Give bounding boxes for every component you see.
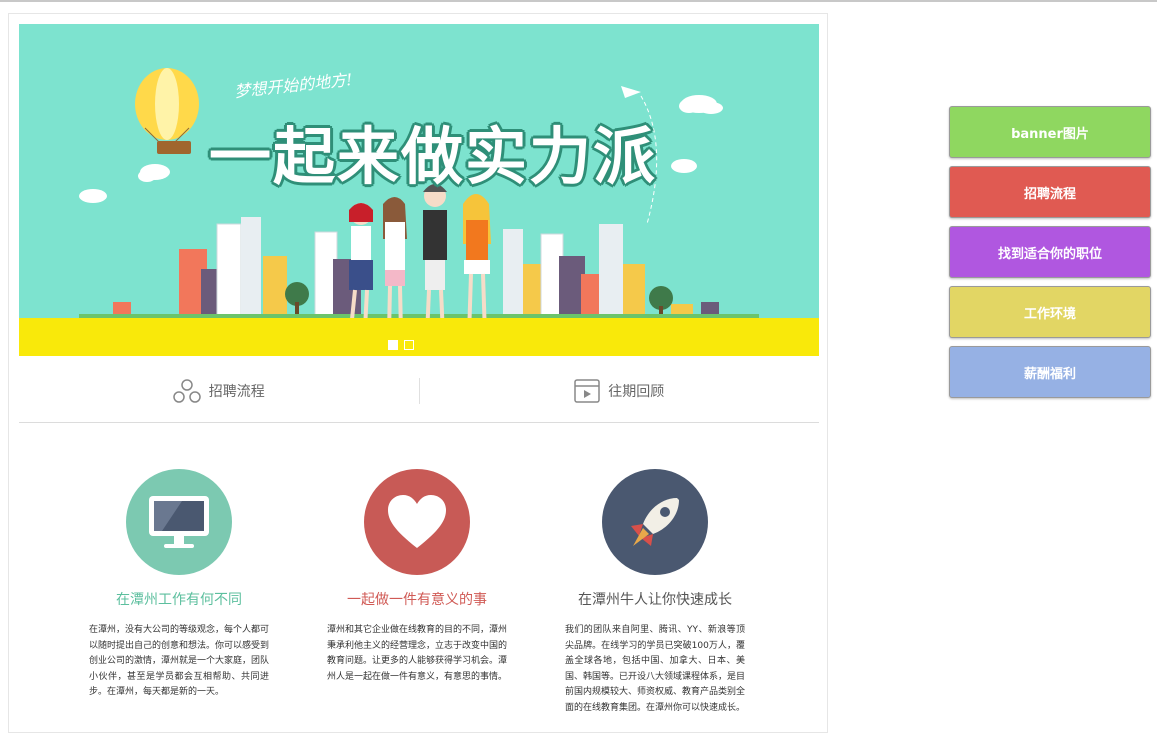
tab-recruitment-process[interactable]: 招聘流程 [19, 360, 419, 422]
banner-image-button[interactable]: banner图片 [949, 106, 1151, 158]
banner-dot-2[interactable] [404, 340, 414, 350]
tab-bar: 招聘流程 往期回顾 [19, 360, 819, 423]
page-preview: 梦想开始的地方! 一起来做实力派 招聘流程 往期回顾 在潭州工作有何不同 在潭州… [8, 13, 828, 733]
people-icon [173, 379, 201, 403]
recruitment-process-button[interactable]: 招聘流程 [949, 166, 1151, 218]
banner-pagination [388, 340, 414, 350]
feature-card-growth: 在潭州牛人让你快速成长 我们的团队来自阿里、腾讯、YY、新浪等顶尖品牌。在线学习… [565, 469, 745, 716]
heart-icon [364, 469, 470, 575]
tab-past-review[interactable]: 往期回顾 [420, 360, 820, 422]
top-divider [0, 0, 1157, 2]
feature-title: 一起做一件有意义的事 [347, 592, 487, 608]
tab-past-review-label: 往期回顾 [608, 384, 665, 400]
feature-title: 在潭州工作有何不同 [116, 592, 242, 608]
monitor-icon [126, 469, 232, 575]
feature-text: 在潭州，没有大公司的等级观念，每个人都可以随时提出自己的创意和想法。你可以感受到… [89, 625, 270, 697]
feature-text: 我们的团队来自阿里、腾讯、YY、新浪等顶尖品牌。在线学习的学员已突破100万人，… [565, 625, 746, 713]
find-position-button[interactable]: 找到适合你的职位 [949, 226, 1151, 278]
banner-dot-1[interactable] [388, 340, 398, 350]
feature-card-meaningful: 一起做一件有意义的事 潭州和其它企业做在线教育的目的不同，潭州秉承利他主义的经营… [327, 469, 507, 685]
banner-ground [19, 318, 819, 356]
feature-section: 在潭州工作有何不同 在潭州，没有大公司的等级观念，每个人都可以随时提出自己的创意… [9, 469, 827, 739]
rocket-icon [602, 469, 708, 575]
banner-image[interactable]: 梦想开始的地方! 一起来做实力派 [19, 24, 819, 356]
banner-title: 一起来做实力派 [209, 120, 658, 193]
salary-benefits-button[interactable]: 薪酬福利 [949, 346, 1151, 398]
tab-recruitment-process-label: 招聘流程 [208, 384, 265, 400]
feature-card-difference: 在潭州工作有何不同 在潭州，没有大公司的等级观念，每个人都可以随时提出自己的创意… [89, 469, 269, 701]
feature-text: 潭州和其它企业做在线教育的目的不同，潭州秉承利他主义的经营理念，立志于改变中国的… [327, 625, 508, 682]
feature-title: 在潭州牛人让你快速成长 [578, 592, 732, 608]
work-environment-button[interactable]: 工作环境 [949, 286, 1151, 338]
video-icon [574, 379, 600, 403]
